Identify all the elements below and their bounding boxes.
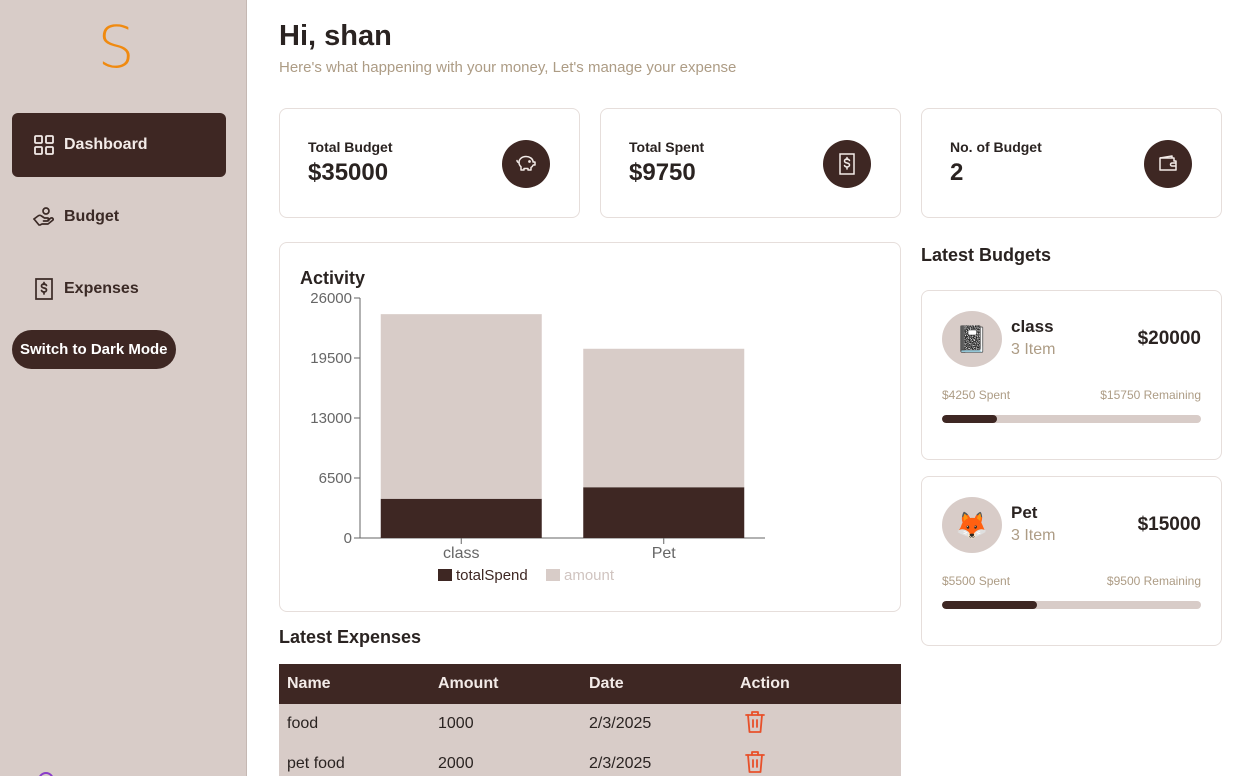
sidebar-item-label: Dashboard <box>64 136 148 153</box>
budget-spent: $5500 Spent <box>942 574 1011 588</box>
budget-item-count: 3 Item <box>1011 527 1056 544</box>
y-tick-label: 0 <box>344 530 352 547</box>
budget-name: Pet <box>1011 503 1038 522</box>
budget-remaining: $15750 Remaining <box>1100 388 1201 402</box>
column-header: Action <box>732 664 901 704</box>
expense-date: 2/3/2025 <box>581 704 732 744</box>
budget-card-pet[interactable]: 🦊 Pet 3 Item $15000 $5500 Spent $9500 Re… <box>921 476 1222 646</box>
budget-emoji-icon: 📓 <box>942 311 1002 367</box>
sidebar-item-dashboard[interactable]: Dashboard <box>12 113 226 177</box>
budget-amount: $15000 <box>1137 514 1201 535</box>
user-avatar-icon[interactable] <box>38 772 54 776</box>
sidebar-item-budget[interactable]: Budget <box>12 185 226 249</box>
sidebar: S Dashboard Budget Expenses Switch to Da… <box>0 0 247 776</box>
legend-swatch <box>438 569 452 581</box>
expense-amount: 2000 <box>430 744 581 776</box>
x-tick-label: class <box>443 545 479 562</box>
sidebar-item-label: Expenses <box>64 280 139 297</box>
expense-name: pet food <box>279 744 430 776</box>
y-tick-label: 6500 <box>319 470 352 487</box>
page-title: Hi, shan <box>279 20 392 52</box>
budget-progress-bar <box>942 601 1201 609</box>
budget-item-count: 3 Item <box>1011 341 1056 358</box>
stat-label: No. of Budget <box>950 139 1042 155</box>
column-header: Amount <box>430 664 581 704</box>
table-header-row: Name Amount Date Action <box>279 664 901 704</box>
dark-mode-toggle-button[interactable]: Switch to Dark Mode <box>12 330 176 369</box>
y-tick-label: 19500 <box>310 350 352 367</box>
table-row: food 1000 2/3/2025 <box>279 704 901 744</box>
expenses-table: Name Amount Date Action food 1000 2/3/20… <box>279 664 901 776</box>
budget-card-class[interactable]: 📓 class 3 Item $20000 $4250 Spent $15750… <box>921 290 1222 460</box>
bar-totalSpend <box>380 498 542 538</box>
expense-name: food <box>279 704 430 744</box>
budget-emoji-icon: 🦊 <box>942 497 1002 553</box>
table-row: pet food 2000 2/3/2025 <box>279 744 901 776</box>
column-header: Date <box>581 664 732 704</box>
delete-trash-icon[interactable] <box>744 750 766 776</box>
wallet-icon <box>1144 140 1192 188</box>
activity-bar-chart: 0 6500 13000 19500 26000 class Pet totalSpend am… <box>310 290 765 584</box>
piggy-bank-icon <box>502 140 550 188</box>
budget-progress-fill <box>942 601 1037 609</box>
legend-swatch <box>546 569 560 581</box>
budget-name: class <box>1011 317 1054 336</box>
app-logo[interactable]: S <box>96 18 136 76</box>
latest-expenses-title: Latest Expenses <box>279 627 422 647</box>
bar-amount <box>583 348 745 488</box>
stat-label: Total Spent <box>629 139 705 155</box>
bar-totalSpend <box>583 487 745 538</box>
sidebar-item-label: Budget <box>64 208 120 225</box>
sidebar-item-expenses[interactable]: Expenses <box>12 257 226 321</box>
page-subtitle: Here's what happening with your money, L… <box>279 59 737 76</box>
stat-value: $9750 <box>629 159 696 186</box>
column-header: Name <box>279 664 430 704</box>
legend-label: amount <box>564 567 615 584</box>
dashboard-grid-icon <box>32 133 56 157</box>
budget-amount: $20000 <box>1137 328 1201 349</box>
delete-trash-icon[interactable] <box>744 710 766 739</box>
budget-progress-bar <box>942 415 1201 423</box>
activity-chart-card: Activity 0 6500 13000 19500 26000 class Pet tot… <box>279 242 901 612</box>
x-tick-label: Pet <box>652 545 677 562</box>
expense-action-cell <box>732 744 901 776</box>
budget-count-card: No. of Budget 2 <box>921 108 1222 218</box>
stat-value: 2 <box>950 159 964 186</box>
budget-progress-fill <box>942 415 998 423</box>
budget-remaining: $9500 Remaining <box>1106 574 1201 588</box>
y-tick-label: 13000 <box>310 410 352 427</box>
y-tick-label: 26000 <box>310 290 352 307</box>
budget-spent: $4250 Spent <box>942 388 1011 402</box>
bar-amount <box>380 314 542 499</box>
latest-budgets-title: Latest Budgets <box>921 245 1052 265</box>
expense-date: 2/3/2025 <box>581 744 732 776</box>
expense-action-cell <box>732 704 901 744</box>
stat-label: Total Budget <box>308 139 393 155</box>
receipt-dollar-icon <box>823 140 871 188</box>
receipt-dollar-icon <box>32 277 56 301</box>
total-spent-card: Total Spent $9750 <box>600 108 901 218</box>
expense-amount: 1000 <box>430 704 581 744</box>
legend-label: totalSpend <box>456 567 528 584</box>
stat-value: $35000 <box>308 159 389 186</box>
hand-coin-icon <box>32 205 56 229</box>
total-budget-card: Total Budget $35000 <box>279 108 580 218</box>
